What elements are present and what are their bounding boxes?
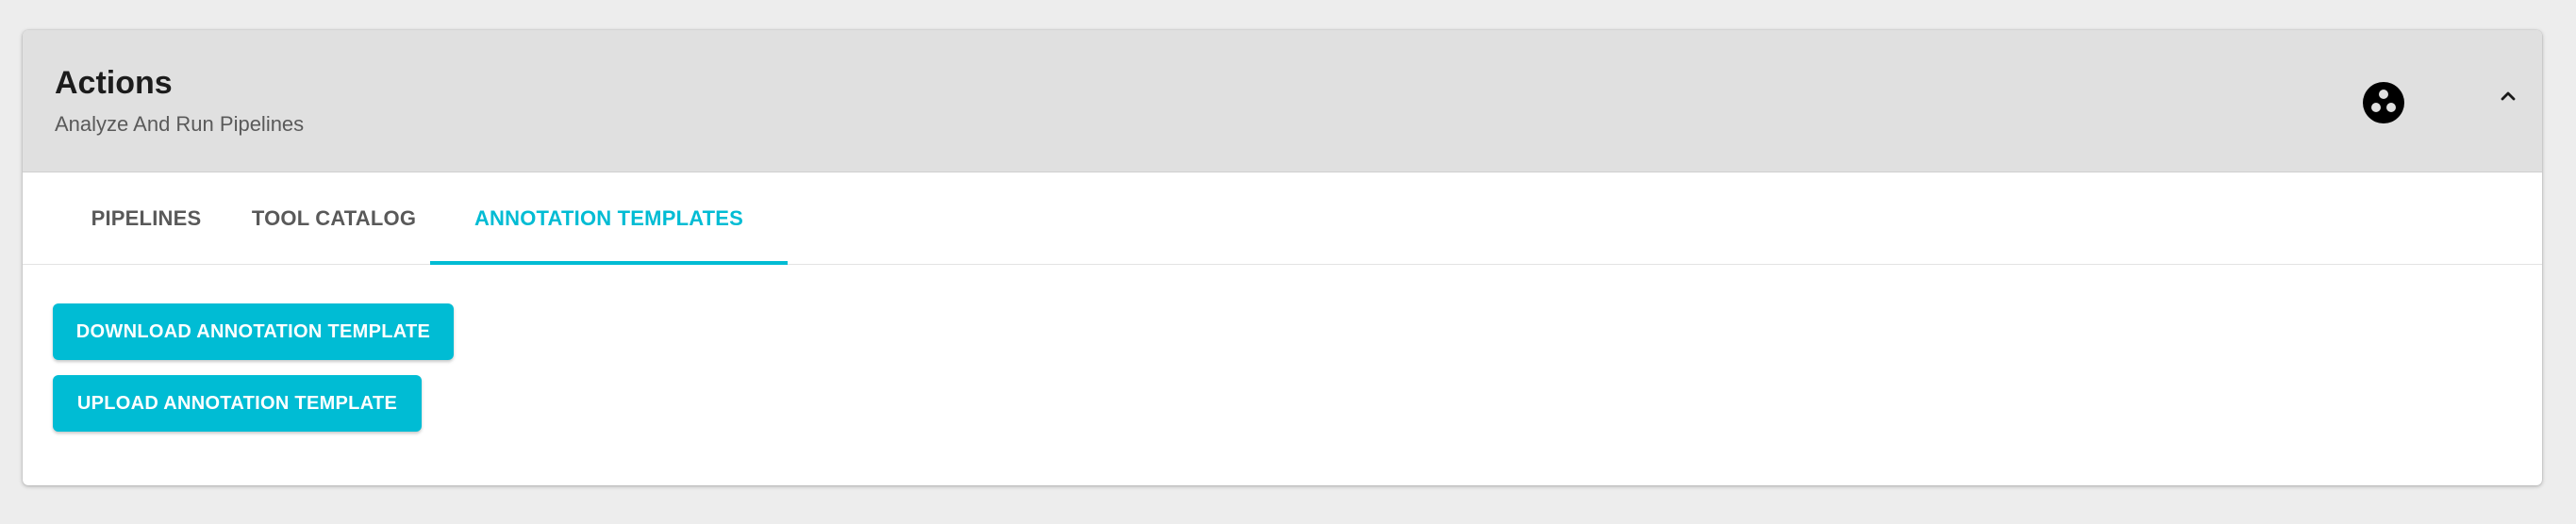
active-tab-indicator — [430, 261, 788, 265]
tab-bar: PIPELINES TOOL CATALOG ANNOTATION TEMPLA… — [23, 172, 2542, 265]
panel-title: Actions — [55, 65, 173, 101]
chevron-up-icon — [2497, 85, 2519, 112]
upload-annotation-template-button[interactable]: UPLOAD ANNOTATION TEMPLATE — [53, 375, 422, 432]
panel-header[interactable]: Actions Analyze And Run Pipelines — [23, 30, 2542, 172]
tab-tool-catalog[interactable]: TOOL CATALOG — [238, 172, 430, 264]
tab-pipelines[interactable]: PIPELINES — [55, 172, 238, 264]
panel-subtitle: Analyze And Run Pipelines — [55, 112, 305, 136]
three-dots-circle-icon[interactable] — [2363, 82, 2404, 123]
actions-panel: Actions Analyze And Run Pipelines PIPELI… — [23, 30, 2542, 485]
collapse-button[interactable] — [2485, 75, 2531, 121]
tab-annotation-templates[interactable]: ANNOTATION TEMPLATES — [430, 172, 788, 264]
download-annotation-template-button[interactable]: DOWNLOAD ANNOTATION TEMPLATE — [53, 303, 454, 360]
